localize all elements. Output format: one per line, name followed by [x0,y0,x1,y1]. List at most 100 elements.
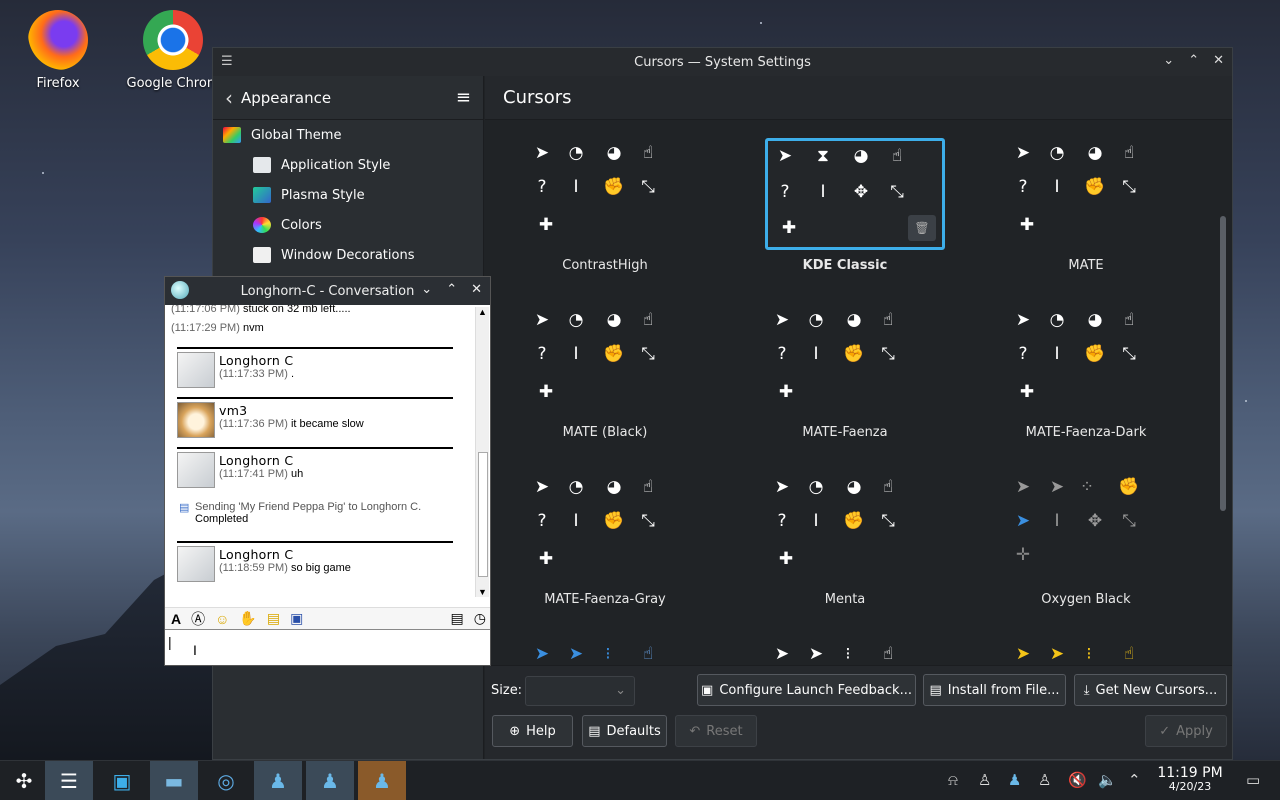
get-new-cursors-button[interactable]: ⤓ Get New Cursors... [1074,674,1227,706]
notifications-icon[interactable]: ⍾ [948,771,958,789]
minimize-icon[interactable]: ⌄ [1163,53,1174,68]
download-icon: ⤓ [1083,682,1090,698]
task-messenger-3[interactable]: ♟ [358,761,406,800]
taskbar: ✣ ☰ ▣ ▬ ◎ ♟ ♟ ♟ ⍾ ♙ ♟ ♙ 🔇 🔈 ⌃ 11:19 PM 4… [0,760,1280,800]
message-text: . [290,368,295,380]
resize-cursor-icon: ⤡ [890,182,904,202]
scroll-down-icon[interactable]: ▼ [478,587,487,597]
hand-cursor-icon: ☝ [642,310,654,330]
scroll-thumb[interactable] [478,452,488,577]
install-from-file-button[interactable]: ▤ Install from File... [923,674,1066,706]
move-cursor-icon: ✥ [853,182,869,202]
chat-toolbar: A Ⓐ ☺ ✋ ▤ ▣ ▤ ◷ [165,607,490,629]
save-icon[interactable]: ▣ [290,610,303,627]
maximize-icon[interactable]: ⌃ [1188,53,1199,68]
task-discover[interactable]: ▣ [98,761,146,800]
theme-name: MATE-Faenza [802,425,888,440]
button-label: Reset [706,723,743,739]
scrollbar[interactable] [1220,216,1226,511]
theme-card-oxygen-black[interactable]: ➤ ➤ ⁘ ✊ ➤ I ✥ ⤡ ✛ Oxygen Black [966,464,1206,624]
wait-cursor-icon: ⁝ [605,644,611,664]
font-color-icon[interactable]: Ⓐ [191,609,205,629]
user-icon[interactable]: ♙ [978,771,991,789]
scrollbar[interactable]: ▲ ▼ [475,307,489,597]
theme-card-mate-faenza-dark[interactable]: ➤ ◔ ◕ ☝ ? I ✊ ⤡ ✚ MATE-Faenza-Dark [966,297,1206,457]
chrome-icon [143,10,203,70]
busy-cursor-icon: ➤ [1049,477,1065,497]
theme-card-kde-classic[interactable]: ➤ ⧗ ◕ ☝ ? I ✥ ⤡ ✚ 🗑 KDE Classic [725,130,965,290]
theme-card-mate[interactable]: ➤ ◔ ◕ ☝ ? I ✊ ⤡ ✚ MATE [966,130,1206,290]
help-button[interactable]: ⊕ Help [492,715,573,747]
avatar [177,452,215,488]
size-combobox[interactable]: ⌄ [525,676,635,706]
nudge-icon[interactable]: ✋ [239,610,256,627]
clock[interactable]: 11:19 PM 4/20/23 [1150,765,1230,793]
close-icon[interactable]: ✕ [471,282,482,297]
task-messenger-2[interactable]: ♟ [306,761,354,800]
task-browser[interactable]: ◎ [202,761,250,800]
apply-button[interactable]: ✓ Apply [1145,715,1227,747]
task-file-manager[interactable]: ▬ [150,761,198,800]
arrow-cursor-icon: ➤ [1015,644,1031,664]
theme-card-partial[interactable]: ➤ ➤ ⁝ ☝ [966,631,1206,668]
reset-button[interactable]: ↶ Reset [675,715,757,747]
defaults-button[interactable]: ▤ Defaults [582,715,667,747]
sidebar-item-colors[interactable]: Colors [213,210,483,240]
theme-card-menta[interactable]: ➤ ◔ ◕ ☝ ? I ✊ ⤡ ✚ Menta [725,464,965,624]
theme-card-mate-black[interactable]: ➤ ◔ ◕ ☝ ? I ✊ ⤡ ✚ MATE (Black) [485,297,725,457]
theme-card-partial[interactable]: ➤ ➤ ⁝ ☝ [725,631,965,668]
cursor-preview: ➤ ➤ ⁝ ☝ [765,639,945,668]
desktop-icon-firefox[interactable]: Firefox [3,10,113,91]
history-icon[interactable]: ◷ [474,610,486,627]
sidebar-item-window-decorations[interactable]: Window Decorations [213,240,483,270]
show-desktop-icon[interactable]: ▭ [1246,771,1260,789]
sidebar-item-plasma-style[interactable]: Plasma Style [213,180,483,210]
mute-icon[interactable]: 🔇 [1068,771,1087,789]
button-label: Install from File... [947,682,1060,698]
sidebar-item-global-theme[interactable]: Global Theme [213,120,483,150]
message-time: (11:17:33 PM) [219,368,288,380]
title-bar[interactable]: ☰ Cursors — System Settings ⌄ ⌃ ✕ [213,48,1232,76]
share-icon[interactable]: ▤ [451,610,464,627]
font-icon[interactable]: A [171,611,181,627]
grab-cursor-icon: ✊ [843,344,865,364]
busy-cursor-icon: ◔ [568,143,584,163]
check-icon: ✓ [1159,723,1171,739]
minimize-icon[interactable]: ⌄ [421,282,432,297]
task-messenger-1[interactable]: ♟ [254,761,302,800]
sidebar-item-label: Window Decorations [281,247,415,263]
users-icon[interactable]: ♙ [1038,771,1051,789]
volume-icon[interactable]: 🔈 [1098,771,1117,789]
text-cursor-icon: I [1054,344,1060,364]
size-label: Size: [491,683,523,698]
hand-cursor-icon: ☝ [1123,644,1135,664]
theme-card-mate-faenza[interactable]: ➤ ◔ ◕ ☝ ? I ✊ ⤡ ✚ MATE-Faenza [725,297,965,457]
theme-card-contrasthigh[interactable]: ➤ ◔ ◕ ☝ ? I ✊ ⤡ ✚ ContrastHigh [485,130,725,290]
arrow-cursor-icon: ➤ [774,644,790,664]
sender-name: Longhorn C [219,547,294,562]
send-file-icon[interactable]: ▤ [267,610,280,627]
message-input[interactable]: | I [165,629,490,666]
close-icon[interactable]: ✕ [1213,53,1224,68]
message-text: uh [290,468,304,480]
configure-launch-feedback-button[interactable]: ▣ Configure Launch Feedback... [697,674,916,706]
theme-card-mate-faenza-gray[interactable]: ➤ ◔ ◕ ☝ ? I ✊ ⤡ ✚ MATE-Faenza-Gray [485,464,725,624]
delete-theme-icon[interactable]: 🗑 [908,215,936,241]
task-system-settings[interactable]: ☰ [45,761,93,800]
maximize-icon[interactable]: ⌃ [446,282,457,297]
theme-card-partial[interactable]: ➤ ➤ ⁝ ☝ [485,631,725,668]
text-cursor-icon: I [1054,177,1060,197]
colors-icon [253,217,271,233]
hamburger-menu-icon[interactable]: ≡ [456,87,471,108]
title-bar[interactable]: Longhorn-C - Conversation ⌄ ⌃ ✕ [165,277,490,305]
chevron-up-icon[interactable]: ⌃ [1128,771,1141,789]
back-arrow-icon[interactable]: ‹ [225,86,233,110]
button-label: Configure Launch Feedback... [719,682,912,698]
button-label: Get New Cursors... [1095,682,1218,698]
messenger-tray-icon[interactable]: ♟ [1008,771,1021,789]
arrow-cursor-icon: ➤ [534,143,550,163]
application-launcher-icon[interactable]: ✣ [0,761,48,800]
sidebar-item-application-style[interactable]: Application Style [213,150,483,180]
emoticon-icon[interactable]: ☺ [215,611,229,627]
scroll-up-icon[interactable]: ▲ [478,307,487,317]
